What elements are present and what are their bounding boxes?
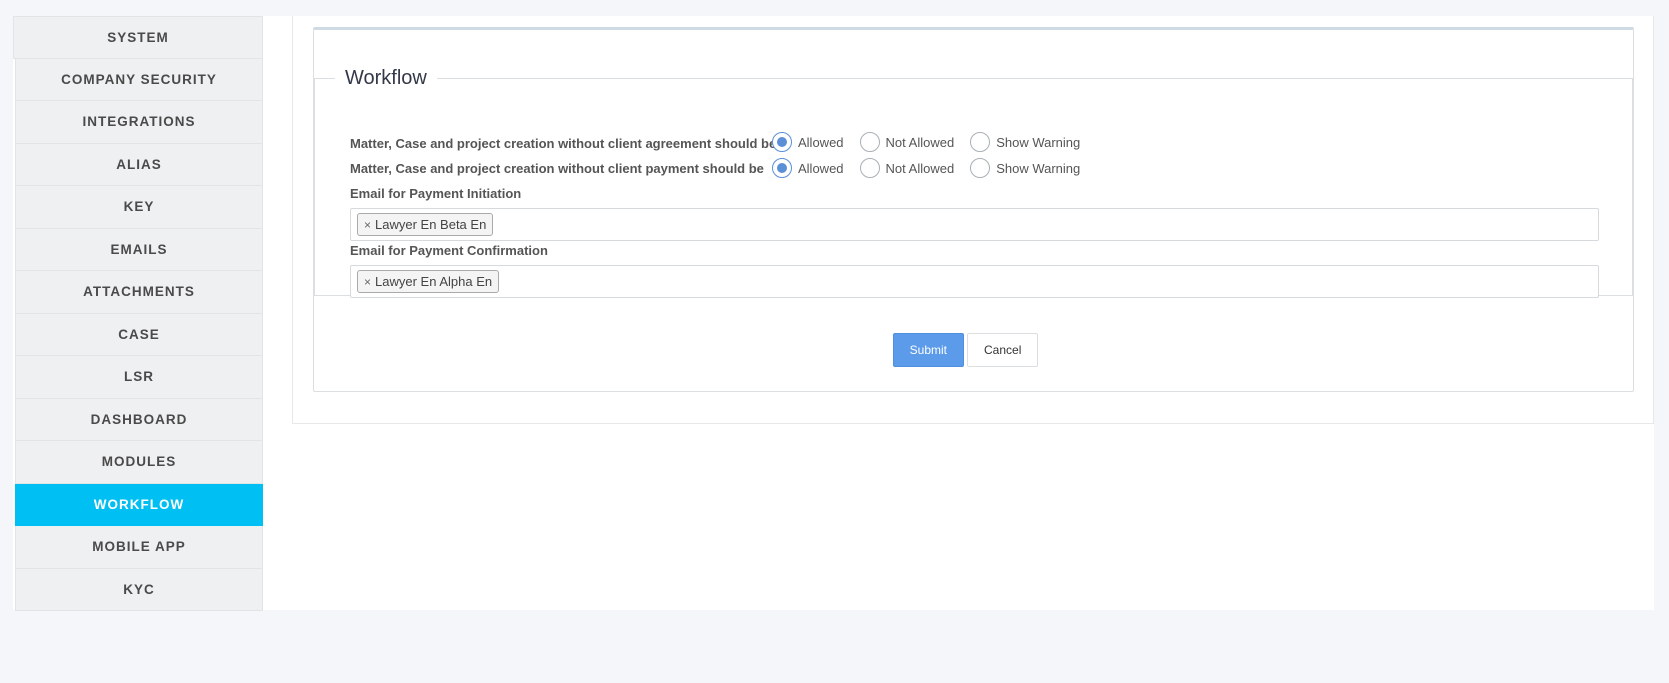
- sidebar-item-case[interactable]: CASE: [15, 313, 263, 356]
- sidebar-item-kyc[interactable]: KYC: [15, 568, 263, 611]
- workflow-panel: Workflow Matter, Case and project creati…: [313, 27, 1634, 392]
- agreement-label: Matter, Case and project creation withou…: [350, 136, 777, 151]
- radio-unchecked-icon[interactable]: [970, 132, 991, 152]
- settings-container: SYSTEM COMPANY SECURITY INTEGRATIONS ALI…: [13, 16, 1654, 611]
- fieldset-legend: Workflow: [345, 67, 427, 89]
- radio-label: Show Warning: [996, 134, 1081, 150]
- workflow-fieldset: Workflow Matter, Case and project creati…: [314, 66, 1633, 298]
- tag-label: Lawyer En Alpha En: [375, 274, 493, 289]
- content-area: Workflow Matter, Case and project creati…: [292, 16, 1654, 424]
- sidebar-item-attachments[interactable]: ATTACHMENTS: [15, 271, 263, 314]
- radio-label: Show Warning: [996, 160, 1081, 176]
- sidebar-item-mobile-app[interactable]: MOBILE APP: [15, 526, 263, 569]
- radio-label: Allowed: [798, 160, 844, 176]
- selected-tag: × Lawyer En Alpha En: [357, 270, 500, 293]
- settings-sidebar: SYSTEM COMPANY SECURITY INTEGRATIONS ALI…: [13, 16, 263, 611]
- sidebar-item-system[interactable]: SYSTEM: [13, 16, 263, 59]
- submit-button[interactable]: Submit: [892, 333, 964, 367]
- selected-tag: × Lawyer En Beta En: [357, 213, 494, 236]
- sidebar-item-modules[interactable]: MODULES: [15, 441, 263, 484]
- radio-label: Not Allowed: [885, 160, 955, 176]
- sidebar-item-integrations[interactable]: INTEGRATIONS: [15, 101, 263, 144]
- sidebar-item-dashboard[interactable]: DASHBOARD: [15, 398, 263, 441]
- payment-option-allowed[interactable]: Allowed: [772, 158, 844, 178]
- payment-initiation-label: Email for Payment Initiation: [350, 186, 522, 201]
- remove-tag-icon[interactable]: ×: [364, 218, 371, 232]
- payment-option-not-allowed[interactable]: Not Allowed: [859, 158, 955, 178]
- radio-unchecked-icon[interactable]: [970, 158, 991, 178]
- radio-unchecked-icon[interactable]: [859, 132, 880, 152]
- sidebar-item-workflow[interactable]: WORKFLOW: [15, 483, 263, 526]
- radio-unchecked-icon[interactable]: [859, 158, 880, 178]
- remove-tag-icon[interactable]: ×: [364, 275, 371, 289]
- tag-label: Lawyer En Beta En: [375, 217, 487, 232]
- form-actions: Submit Cancel: [314, 333, 1633, 367]
- radio-label: Allowed: [798, 134, 844, 150]
- agreement-option-not-allowed[interactable]: Not Allowed: [859, 132, 955, 152]
- payment-radio-group: Allowed Not Allowed Show Warning: [772, 158, 1096, 178]
- payment-initiation-input[interactable]: × Lawyer En Beta En: [350, 208, 1599, 241]
- radio-label: Not Allowed: [885, 134, 955, 150]
- sidebar-item-company-security[interactable]: COMPANY SECURITY: [15, 58, 263, 101]
- agreement-option-show-warning[interactable]: Show Warning: [970, 132, 1080, 152]
- agreement-option-allowed[interactable]: Allowed: [772, 132, 844, 152]
- sidebar-item-emails[interactable]: EMAILS: [15, 228, 263, 271]
- payment-option-show-warning[interactable]: Show Warning: [970, 158, 1080, 178]
- radio-checked-icon[interactable]: [772, 158, 792, 178]
- agreement-radio-group: Allowed Not Allowed Show Warning: [772, 132, 1096, 152]
- sidebar-item-lsr[interactable]: LSR: [15, 356, 263, 399]
- payment-confirmation-input[interactable]: × Lawyer En Alpha En: [350, 265, 1599, 298]
- cancel-button[interactable]: Cancel: [967, 333, 1039, 367]
- payment-confirmation-label: Email for Payment Confirmation: [350, 243, 548, 258]
- sidebar-item-alias[interactable]: ALIAS: [15, 143, 263, 186]
- payment-label: Matter, Case and project creation withou…: [350, 161, 764, 176]
- sidebar-item-key[interactable]: KEY: [15, 186, 263, 229]
- radio-checked-icon[interactable]: [772, 132, 792, 152]
